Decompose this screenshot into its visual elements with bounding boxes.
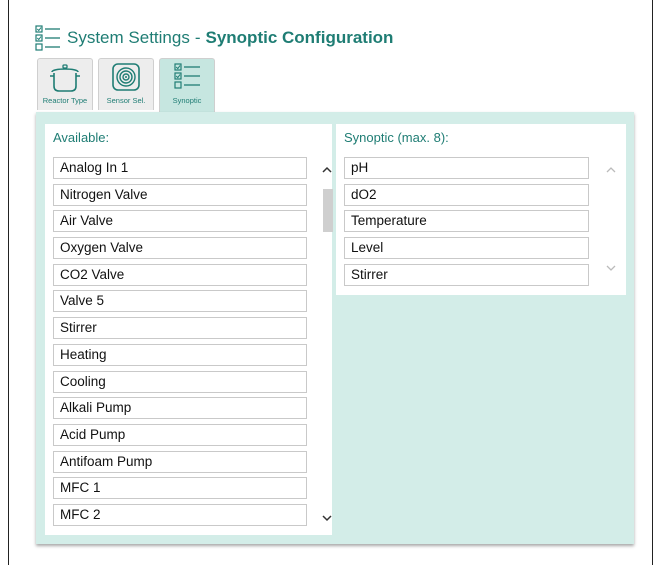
available-item[interactable]: Nitrogen Valve bbox=[53, 183, 307, 206]
sensor-target-icon bbox=[112, 63, 140, 91]
available-scrollbar[interactable] bbox=[320, 157, 334, 529]
synoptic-items: pH dO2 Temperature Level Stirrer bbox=[344, 157, 589, 290]
chevron-up-icon[interactable] bbox=[604, 163, 618, 177]
available-item[interactable]: Oxygen Valve bbox=[53, 237, 307, 260]
page-header: System Settings - Synoptic Configuration bbox=[35, 24, 393, 52]
scrollbar-thumb[interactable] bbox=[323, 189, 333, 232]
tab-reactor-type-label: Reactor Type bbox=[42, 96, 88, 105]
synoptic-list-title: Synoptic (max. 8): bbox=[344, 130, 449, 145]
tab-synoptic[interactable]: Synoptic bbox=[159, 58, 215, 112]
available-item[interactable]: Analog In 1 bbox=[53, 157, 307, 179]
available-item[interactable]: Cooling bbox=[53, 370, 307, 393]
chevron-up-icon[interactable] bbox=[320, 163, 334, 177]
available-item[interactable]: MFC 2 bbox=[53, 503, 307, 526]
available-item[interactable]: Stirrer bbox=[53, 317, 307, 340]
synoptic-list: Synoptic (max. 8): pH dO2 Temperature Le… bbox=[336, 124, 626, 295]
tab-sensor-sel-label: Sensor Sel. bbox=[106, 96, 146, 105]
synoptic-item[interactable]: Temperature bbox=[344, 210, 589, 233]
available-item[interactable]: Valve 5 bbox=[53, 290, 307, 313]
available-item[interactable]: Antifoam Pump bbox=[53, 450, 307, 473]
synoptic-item[interactable]: Stirrer bbox=[344, 263, 589, 286]
synoptic-item[interactable]: pH bbox=[344, 157, 589, 179]
available-item[interactable]: Air Valve bbox=[53, 210, 307, 233]
available-item[interactable]: Alkali Pump bbox=[53, 397, 307, 420]
available-item[interactable]: CO2 Valve bbox=[53, 263, 307, 286]
checklist-icon bbox=[174, 63, 200, 89]
available-items: Analog In 1 Nitrogen Valve Air Valve Oxy… bbox=[53, 157, 307, 531]
available-item[interactable]: Heating bbox=[53, 343, 307, 366]
page-title-separator: - bbox=[194, 28, 201, 47]
available-item[interactable]: MFC 1 bbox=[53, 477, 307, 500]
available-item[interactable]: Acid Pump bbox=[53, 423, 307, 446]
settings-tabs: Reactor Type Sensor Sel. Synoptic bbox=[37, 58, 215, 112]
checklist-icon bbox=[35, 25, 60, 51]
available-list: Available: Analog In 1 Nitrogen Valve Ai… bbox=[45, 124, 334, 535]
synoptic-item[interactable]: Level bbox=[344, 237, 589, 260]
tab-synoptic-label: Synoptic bbox=[172, 96, 202, 105]
pot-icon bbox=[50, 64, 80, 92]
chevron-down-icon[interactable] bbox=[320, 511, 334, 525]
chevron-down-icon[interactable] bbox=[604, 261, 618, 275]
available-list-title: Available: bbox=[53, 130, 110, 145]
tab-sensor-sel[interactable]: Sensor Sel. bbox=[98, 58, 154, 110]
synoptic-config-panel: Available: Analog In 1 Nitrogen Valve Ai… bbox=[36, 112, 634, 544]
page-title-prefix: System Settings bbox=[67, 28, 190, 47]
tab-reactor-type[interactable]: Reactor Type bbox=[37, 58, 93, 110]
synoptic-item[interactable]: dO2 bbox=[344, 183, 589, 206]
synoptic-scrollbar[interactable] bbox=[604, 157, 618, 279]
page-title: Synoptic Configuration bbox=[205, 28, 394, 47]
